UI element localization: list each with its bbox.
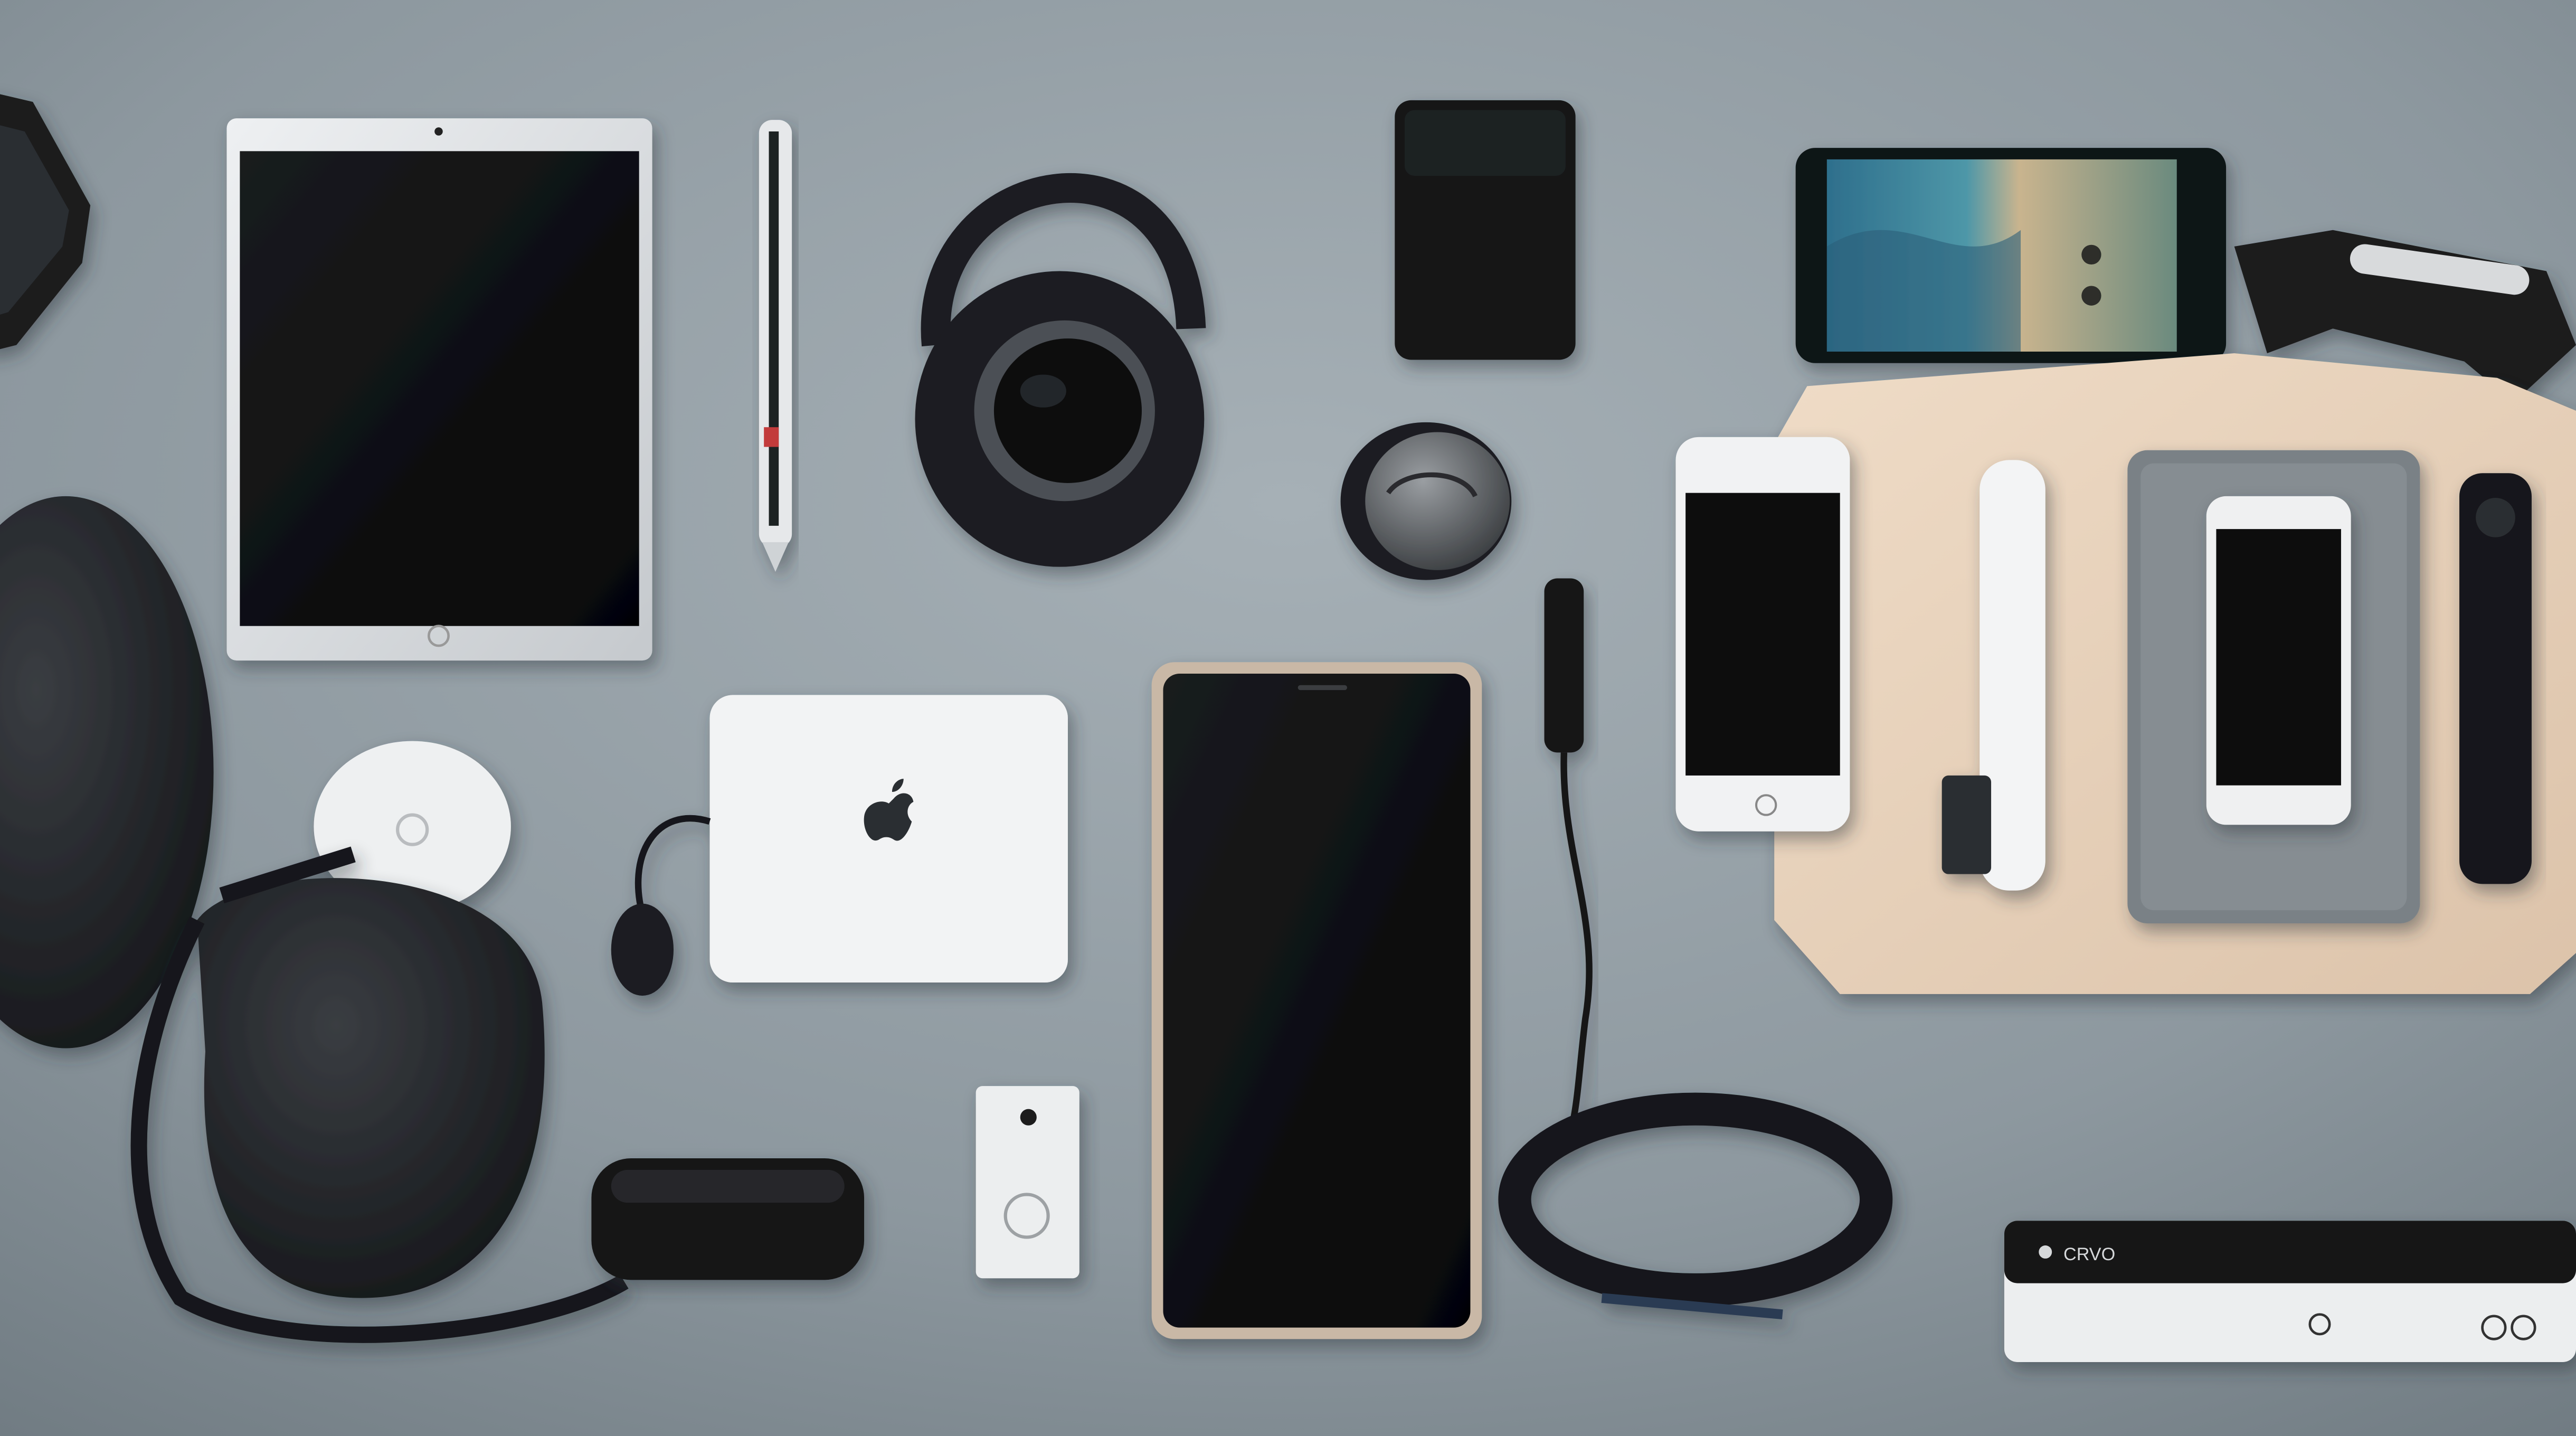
white-phone-right-screen (2216, 529, 2341, 786)
white-plug (976, 1086, 1079, 1279)
bar-label: CRVO (2063, 1244, 2115, 1264)
black-remote (2459, 473, 2532, 884)
white-phone-left (1675, 437, 1850, 832)
white-phone-left-screen (1685, 493, 1840, 776)
large-black-phone (1151, 662, 1482, 1339)
earbud-case (591, 1158, 865, 1280)
bar-device: CRVO (2004, 1221, 2576, 1362)
tablet-camera (434, 127, 443, 136)
phone-beach-wallpaper (1795, 148, 2227, 363)
power-bank (1395, 100, 1576, 360)
puck-speaker (1340, 422, 1512, 580)
tablet-screen (240, 151, 639, 626)
stylus (759, 120, 792, 572)
white-phone-right (2206, 496, 2351, 825)
large-black-phone-screen (1163, 673, 1471, 1328)
tablet (226, 118, 652, 661)
product-flatlay-scene: CRVO (0, 0, 2576, 1436)
